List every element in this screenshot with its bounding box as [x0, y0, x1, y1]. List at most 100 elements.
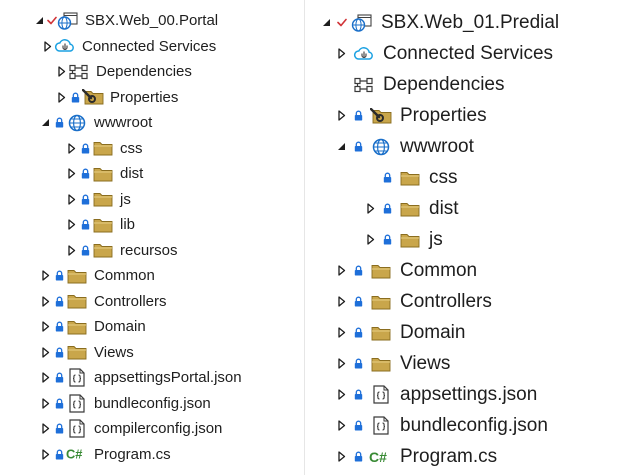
tree-item-views[interactable]: Views	[38, 340, 134, 365]
collapsed-arrow-icon[interactable]	[38, 448, 52, 460]
tree-item-label: Common	[400, 259, 478, 281]
lock-icon	[78, 143, 92, 154]
lock-icon	[78, 219, 92, 230]
tree-item-compilerconfig-json[interactable]: compilerconfig.json	[38, 416, 222, 441]
tree-item-label: bundleconfig.json	[400, 414, 548, 436]
collapsed-arrow-icon[interactable]	[38, 270, 52, 281]
tree-item-wwwroot[interactable]: wwwroot	[333, 131, 474, 162]
tree-item-label: SBX.Web_00.Portal	[85, 12, 219, 29]
lock-icon	[350, 389, 367, 400]
collapsed-arrow-icon[interactable]	[64, 219, 78, 230]
properties-folder-icon	[367, 107, 394, 124]
collapsed-arrow-icon[interactable]	[333, 110, 350, 121]
collapsed-arrow-icon[interactable]	[333, 451, 350, 462]
collapsed-arrow-icon[interactable]	[333, 389, 350, 400]
tree-item-js[interactable]: js	[64, 187, 131, 212]
lock-icon	[350, 141, 367, 152]
tree-item-bundleconfig-json[interactable]: bundleconfig.json	[333, 410, 548, 441]
tree-item-program-cs[interactable]: C# Program.cs	[38, 442, 171, 467]
lock-icon	[78, 194, 92, 205]
collapsed-arrow-icon[interactable]	[54, 66, 68, 77]
collapsed-arrow-icon[interactable]	[333, 265, 350, 276]
folder-icon	[367, 263, 394, 279]
collapsed-arrow-icon[interactable]	[333, 48, 350, 59]
tree-item-recursos[interactable]: recursos	[64, 238, 178, 263]
tree-item-domain[interactable]: Domain	[333, 317, 465, 348]
collapsed-arrow-icon[interactable]	[333, 358, 350, 369]
folder-icon	[66, 293, 88, 309]
collapsed-arrow-icon[interactable]	[333, 420, 350, 431]
tree-item-common[interactable]: Common	[38, 263, 155, 288]
folder-icon	[66, 344, 88, 360]
folder-icon	[367, 356, 394, 372]
lock-icon	[52, 270, 66, 281]
tree-item-label: Controllers	[94, 292, 167, 310]
csharp-file-icon: C#	[367, 449, 394, 465]
folder-icon	[92, 166, 114, 182]
tree-item-label: appsettings.json	[400, 383, 538, 405]
tree-item-properties[interactable]: Properties	[54, 85, 178, 110]
tree-item-bundleconfig-json[interactable]: bundleconfig.json	[38, 391, 211, 416]
tree-item-appsettings-json[interactable]: appsettings.json	[333, 379, 537, 410]
tree-item-label: dist	[120, 165, 144, 182]
web-project-icon	[348, 13, 375, 32]
collapsed-arrow-icon[interactable]	[38, 295, 52, 307]
collapsed-arrow-icon[interactable]	[362, 203, 379, 214]
tree-item-dist[interactable]: dist	[362, 193, 459, 224]
tree-item-sbx-web-00-portal[interactable]: SBX.Web_00.Portal	[32, 8, 218, 33]
tree-item-connected-services[interactable]: Connected Services	[333, 38, 553, 69]
tree-item-sbx-web-01-predial[interactable]: SBX.Web_01.Predial	[318, 7, 559, 38]
tree-item-properties[interactable]: Properties	[333, 100, 487, 131]
expanded-arrow-icon[interactable]	[38, 118, 52, 127]
tree-item-css[interactable]: css	[362, 162, 458, 193]
collapsed-arrow-icon[interactable]	[64, 168, 78, 179]
tree-item-controllers[interactable]: Controllers	[38, 289, 167, 314]
tree-item-common[interactable]: Common	[333, 255, 477, 286]
tree-item-js[interactable]: js	[362, 224, 443, 255]
collapsed-arrow-icon[interactable]	[38, 397, 52, 409]
tree-item-controllers[interactable]: Controllers	[333, 286, 492, 317]
lock-icon	[350, 451, 367, 462]
tree-item-wwwroot[interactable]: wwwroot	[38, 110, 152, 135]
collapsed-arrow-icon[interactable]	[54, 91, 68, 103]
collapsed-arrow-icon[interactable]	[38, 423, 52, 434]
tree-item-views[interactable]: Views	[333, 348, 450, 379]
tree-item-program-cs[interactable]: C# Program.cs	[333, 441, 497, 472]
tree-item-label: Program.cs	[400, 445, 498, 467]
globe-icon	[367, 138, 394, 156]
tree-item-label: Dependencies	[96, 63, 192, 80]
collapsed-arrow-icon[interactable]	[333, 327, 350, 338]
collapsed-arrow-icon[interactable]	[333, 296, 350, 307]
expanded-arrow-icon[interactable]	[32, 16, 46, 25]
tree-item-dependencies[interactable]: Dependencies	[54, 59, 192, 84]
solution-explorer-tree-predial: SBX.Web_01.Predial Connected Services Depe…	[312, 0, 621, 475]
tree-item-label: css	[120, 139, 143, 157]
tree-item-css[interactable]: css	[64, 136, 143, 161]
collapsed-arrow-icon[interactable]	[40, 40, 54, 52]
tree-item-dist[interactable]: dist	[64, 161, 143, 186]
collapsed-arrow-icon[interactable]	[64, 193, 78, 205]
expanded-arrow-icon[interactable]	[333, 142, 350, 151]
lock-icon	[52, 398, 66, 409]
tree-item-appsettingsportal-json[interactable]: appsettingsPortal.json	[38, 365, 242, 390]
tree-item-label: wwwroot	[400, 135, 474, 157]
tree-item-lib[interactable]: lib	[64, 212, 135, 237]
tree-item-connected-services[interactable]: Connected Services	[40, 34, 216, 59]
tree-item-label: recursos	[120, 241, 178, 259]
collapsed-arrow-icon[interactable]	[64, 244, 78, 256]
expanded-arrow-icon[interactable]	[318, 18, 335, 27]
connected-services-icon	[350, 46, 377, 62]
collapsed-arrow-icon[interactable]	[362, 234, 379, 245]
collapsed-arrow-icon[interactable]	[64, 142, 78, 154]
tree-item-dependencies[interactable]: Dependencies	[333, 69, 504, 100]
tree-item-label: Dependencies	[383, 73, 505, 95]
tree-item-label: compilerconfig.json	[94, 420, 223, 437]
tree-item-domain[interactable]: Domain	[38, 314, 146, 339]
folder-icon	[92, 217, 114, 233]
folder-icon	[66, 268, 88, 284]
folder-icon	[396, 201, 423, 217]
tree-item-label: Properties	[110, 88, 179, 106]
collapsed-arrow-icon[interactable]	[38, 321, 52, 332]
collapsed-arrow-icon[interactable]	[38, 372, 52, 383]
collapsed-arrow-icon[interactable]	[38, 346, 52, 358]
